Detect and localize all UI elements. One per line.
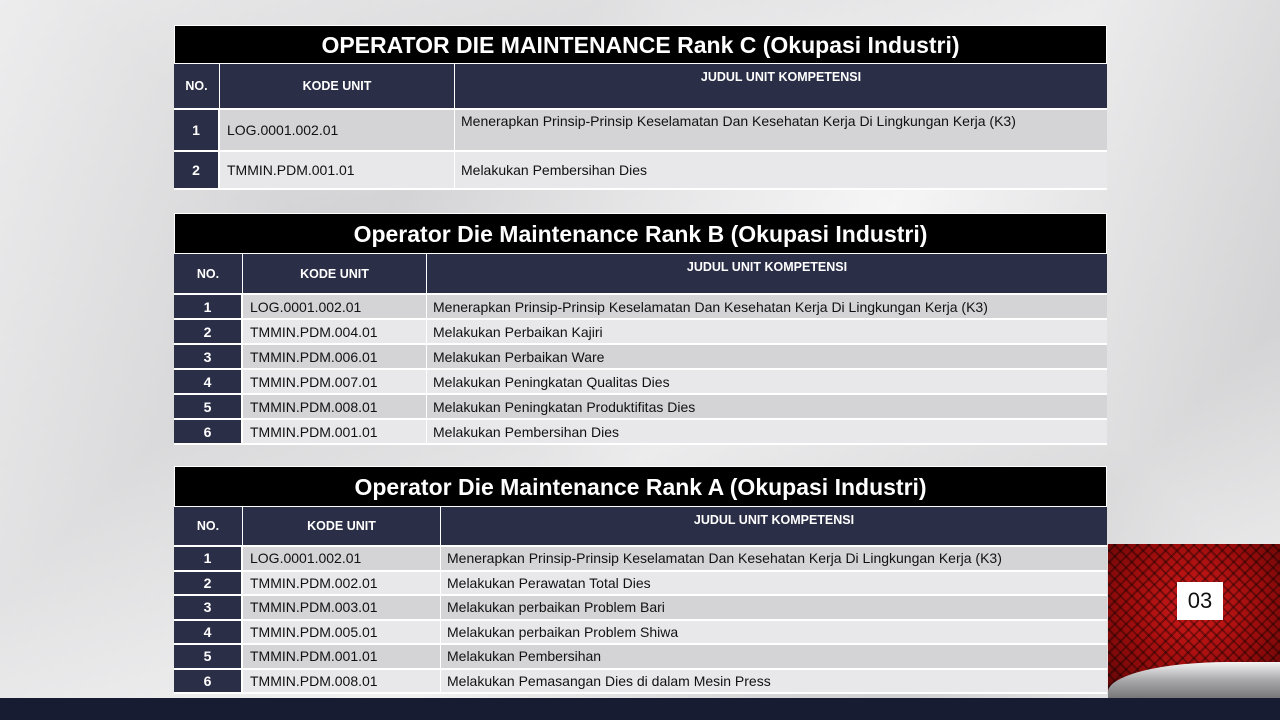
table-row: 1 LOG.0001.002.01 Menerapkan Prinsip-Pri… [174, 547, 1107, 572]
row-no: 5 [174, 395, 243, 418]
row-no: 3 [174, 345, 243, 368]
header-title: JUDUL UNIT KOMPETENSI [686, 260, 848, 274]
table-row: 3 TMMIN.PDM.006.01 Melakukan Perbaikan W… [174, 345, 1107, 370]
row-no: 1 [174, 547, 243, 570]
row-title: Melakukan Pembersihan Dies [427, 420, 1107, 443]
row-title: Melakukan Peningkatan Produktifitas Dies [427, 395, 1107, 418]
row-no: 4 [174, 370, 243, 393]
header-title: JUDUL UNIT KOMPETENSI [693, 513, 855, 527]
row-no: 2 [174, 320, 243, 343]
row-code: TMMIN.PDM.006.01 [243, 345, 427, 368]
row-title: Menerapkan Prinsip-Prinsip Keselamatan D… [427, 295, 1107, 318]
header-no: NO. [174, 507, 243, 545]
row-code: TMMIN.PDM.002.01 [243, 571, 441, 594]
row-title: Menerapkan Prinsip-Prinsip Keselamatan D… [441, 547, 1107, 570]
table-row: 4 TMMIN.PDM.007.01 Melakukan Peningkatan… [174, 370, 1107, 395]
rank-c-table: OPERATOR DIE MAINTENANCE Rank C (Okupasi… [174, 25, 1107, 190]
row-code: LOG.0001.002.01 [220, 110, 455, 150]
row-no: 6 [174, 420, 243, 443]
row-title: Melakukan Pembersihan Dies [455, 152, 1107, 188]
header-code: KODE UNIT [220, 64, 455, 108]
table-header: NO. KODE UNIT JUDUL UNIT KOMPETENSI [174, 507, 1107, 547]
rank-a-table: Operator Die Maintenance Rank A (Okupasi… [174, 466, 1107, 694]
row-title: Melakukan Pemasangan Dies di dalam Mesin… [441, 669, 1107, 692]
row-title: Melakukan Perbaikan Kajiri [427, 320, 1107, 343]
row-code: TMMIN.PDM.008.01 [243, 669, 441, 692]
table-row: 6 TMMIN.PDM.001.01 Melakukan Pembersihan… [174, 420, 1107, 445]
table-row: 3 TMMIN.PDM.003.01 Melakukan perbaikan P… [174, 596, 1107, 621]
row-title: Melakukan Perawatan Total Dies [441, 571, 1107, 594]
table-title: Operator Die Maintenance Rank B (Okupasi… [174, 213, 1107, 254]
row-title: Menerapkan Prinsip-Prinsip Keselamatan D… [455, 110, 1107, 150]
row-no: 6 [174, 669, 243, 692]
table-row: 1 LOG.0001.002.01 Menerapkan Prinsip-Pri… [174, 295, 1107, 320]
rank-b-table: Operator Die Maintenance Rank B (Okupasi… [174, 213, 1107, 445]
row-code: TMMIN.PDM.007.01 [243, 370, 427, 393]
row-title: Melakukan Pembersihan [441, 645, 1107, 668]
row-no: 1 [174, 295, 243, 318]
table-row: 5 TMMIN.PDM.008.01 Melakukan Peningkatan… [174, 395, 1107, 420]
row-no: 2 [174, 571, 243, 594]
row-code: LOG.0001.002.01 [243, 295, 427, 318]
row-code: TMMIN.PDM.001.01 [243, 645, 441, 668]
row-title: Melakukan perbaikan Problem Shiwa [441, 620, 1107, 643]
page-number: 03 [1177, 582, 1223, 620]
table-row: 2 TMMIN.PDM.004.01 Melakukan Perbaikan K… [174, 320, 1107, 345]
row-code: TMMIN.PDM.001.01 [243, 420, 427, 443]
row-code: TMMIN.PDM.001.01 [220, 152, 455, 188]
row-code: TMMIN.PDM.008.01 [243, 395, 427, 418]
table-header: NO. KODE UNIT JUDUL UNIT KOMPETENSI [174, 254, 1107, 295]
table-body: 1 LOG.0001.002.01 Menerapkan Prinsip-Pri… [174, 110, 1107, 190]
header-title: JUDUL UNIT KOMPETENSI [700, 70, 862, 84]
row-no: 3 [174, 596, 243, 619]
table-row: 1 LOG.0001.002.01 Menerapkan Prinsip-Pri… [174, 110, 1107, 152]
table-row: 5 TMMIN.PDM.001.01 Melakukan Pembersihan [174, 645, 1107, 670]
row-no: 4 [174, 620, 243, 643]
row-code: TMMIN.PDM.003.01 [243, 596, 441, 619]
table-row: 4 TMMIN.PDM.005.01 Melakukan perbaikan P… [174, 620, 1107, 645]
row-no: 1 [174, 110, 220, 150]
row-code: TMMIN.PDM.005.01 [243, 620, 441, 643]
table-body: 1 LOG.0001.002.01 Menerapkan Prinsip-Pri… [174, 547, 1107, 694]
table-row: 6 TMMIN.PDM.008.01 Melakukan Pemasangan … [174, 669, 1107, 694]
header-no: NO. [174, 254, 243, 293]
table-header: NO. KODE UNIT JUDUL UNIT KOMPETENSI [174, 64, 1107, 110]
bottom-bar [0, 698, 1280, 720]
row-title: Melakukan perbaikan Problem Bari [441, 596, 1107, 619]
table-row: 2 TMMIN.PDM.002.01 Melakukan Perawatan T… [174, 571, 1107, 596]
header-code: KODE UNIT [243, 254, 427, 293]
header-code: KODE UNIT [243, 507, 441, 545]
row-code: LOG.0001.002.01 [243, 547, 441, 570]
table-row: 2 TMMIN.PDM.001.01 Melakukan Pembersihan… [174, 152, 1107, 190]
row-code: TMMIN.PDM.004.01 [243, 320, 427, 343]
row-title: Melakukan Peningkatan Qualitas Dies [427, 370, 1107, 393]
decorative-red-panel [1108, 544, 1280, 698]
header-no: NO. [174, 64, 220, 108]
row-no: 2 [174, 152, 220, 188]
row-no: 5 [174, 645, 243, 668]
table-body: 1 LOG.0001.002.01 Menerapkan Prinsip-Pri… [174, 295, 1107, 445]
table-title: Operator Die Maintenance Rank A (Okupasi… [174, 466, 1107, 507]
row-title: Melakukan Perbaikan Ware [427, 345, 1107, 368]
table-title: OPERATOR DIE MAINTENANCE Rank C (Okupasi… [174, 25, 1107, 64]
